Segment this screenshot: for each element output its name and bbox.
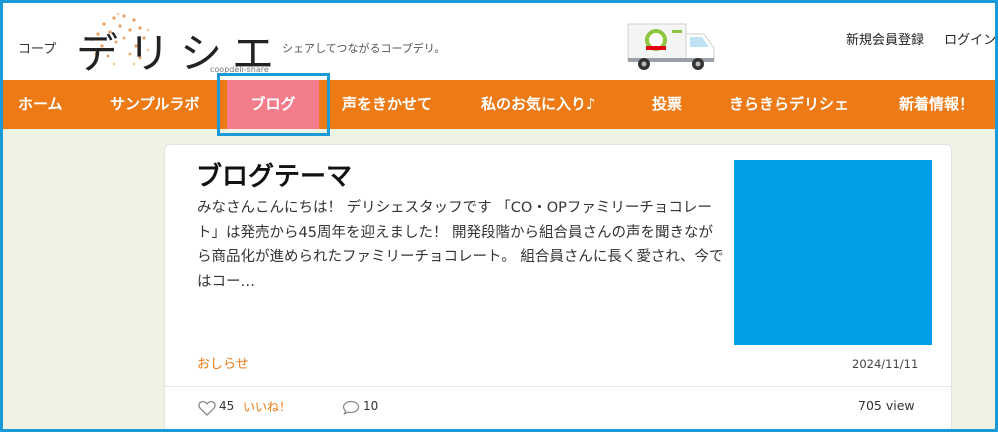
post-title[interactable]: ブログテーマ: [196, 156, 352, 193]
site-header: コープ デリシエ coopdeli-share シェアしてつながるコープデリ。 …: [0, 0, 998, 80]
nav-item-news[interactable]: 新着情報！: [899, 80, 974, 129]
like-count: 45: [219, 399, 235, 413]
nav-item-favorites[interactable]: 私のお気に入り♪: [481, 80, 596, 129]
nav-item-voice[interactable]: 声をきかせて: [342, 80, 432, 129]
nav-item-sample-lab[interactable]: サンプルラボ: [110, 80, 200, 129]
post-date: 2024/11/11: [852, 357, 919, 371]
post-category[interactable]: おしらせ: [197, 353, 249, 372]
highlight-box: [217, 73, 330, 136]
register-link[interactable]: 新規会員登録: [846, 33, 924, 48]
heart-icon[interactable]: [198, 400, 216, 416]
view-count: 705 view: [858, 398, 915, 413]
nav-item-vote[interactable]: 投票: [652, 80, 682, 129]
comment-icon[interactable]: [342, 400, 360, 415]
delivery-truck-icon: [627, 23, 715, 70]
site-tagline: シェアしてつながるコープデリ。: [282, 42, 446, 55]
comment-count: 10: [363, 399, 379, 413]
site-logo[interactable]: コープ デリシエ coopdeli-share: [14, 10, 284, 78]
account-links: 新規会員登録 ログイン: [846, 29, 998, 48]
main-nav: ホーム サンプルラボ ブログ 声をきかせて 私のお気に入り♪ 投票 きらきらデリ…: [0, 80, 998, 129]
card-divider: [165, 386, 951, 387]
nav-item-home[interactable]: ホーム: [18, 80, 63, 129]
post-thumbnail[interactable]: [734, 160, 932, 345]
login-link[interactable]: ログイン: [944, 33, 996, 48]
logo-prefix: コープ: [18, 42, 57, 57]
like-button[interactable]: いいね！: [243, 398, 291, 415]
nav-item-kirakira[interactable]: きらきらデリシェ: [729, 80, 849, 129]
post-excerpt: みなさんこんにちは！ デリシェスタッフです 「CO・OPファミリーチョコレート」…: [197, 200, 724, 290]
